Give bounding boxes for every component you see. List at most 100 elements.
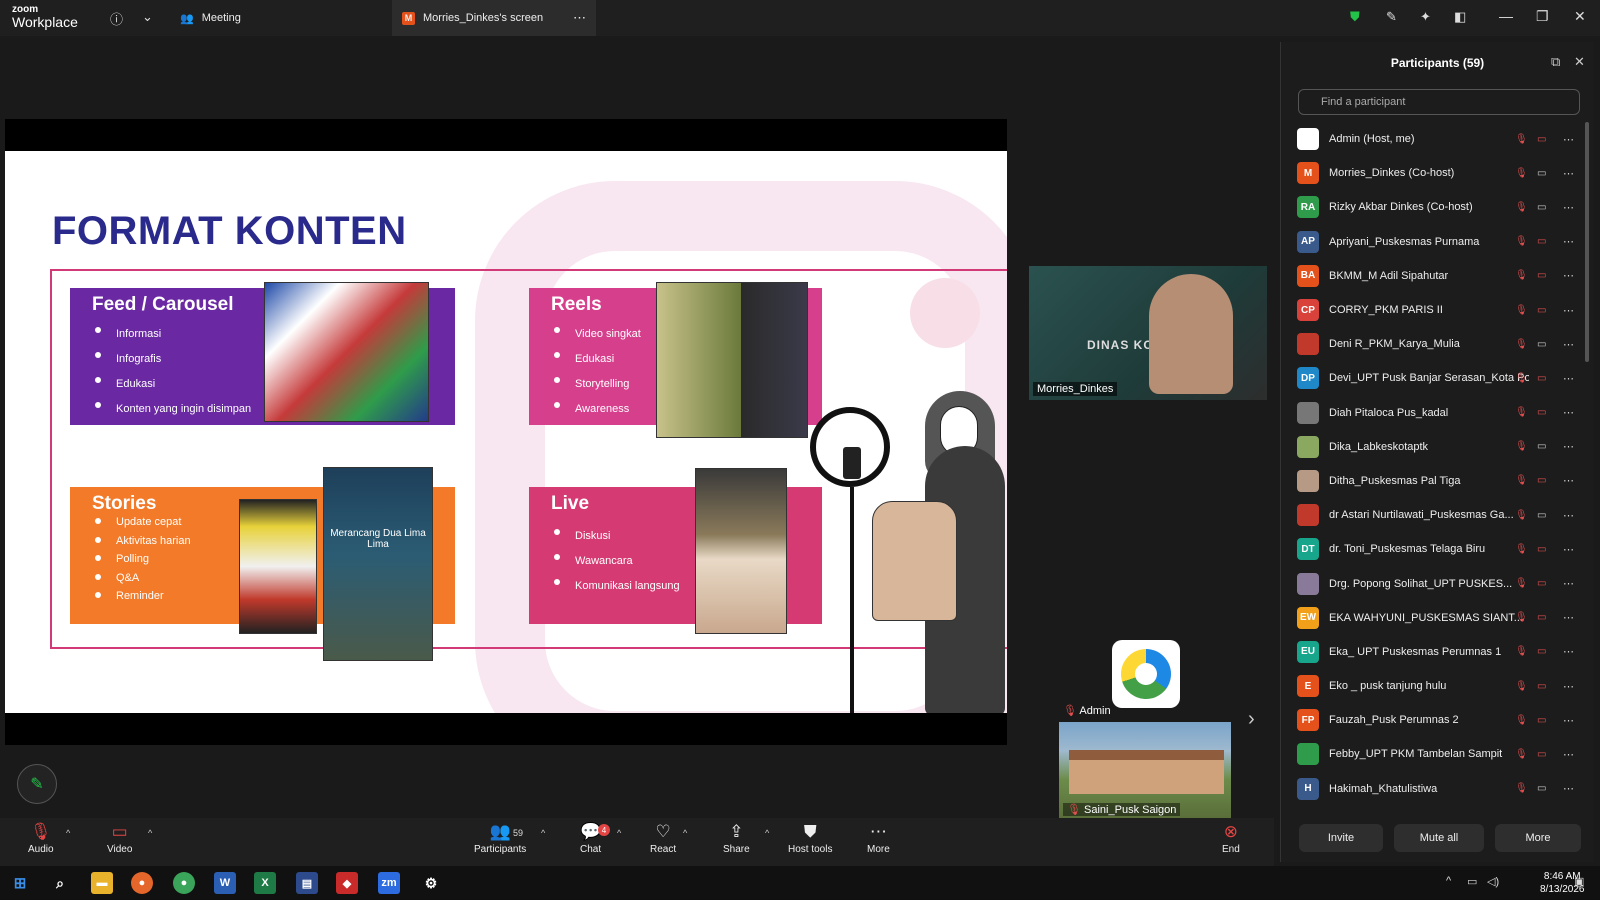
participant-row[interactable]: Dika_Labkeskotaptk 🎙 ▭ ⋯: [1281, 430, 1581, 464]
mic-muted-icon[interactable]: 🎙: [1515, 510, 1528, 521]
video-off-icon[interactable]: ▭: [1537, 749, 1546, 760]
participant-more-icon[interactable]: ⋯: [1563, 167, 1574, 180]
participant-more-icon[interactable]: ⋯: [1563, 509, 1574, 522]
host-tools-button[interactable]: ⛊ Host tools: [788, 822, 832, 855]
participant-more-icon[interactable]: ⋯: [1563, 543, 1574, 556]
word-icon[interactable]: W: [214, 872, 236, 894]
scrollbar[interactable]: [1585, 122, 1589, 362]
participant-row[interactable]: AP Apriyani_Puskesmas Purnama 🎙 ▭ ⋯: [1281, 225, 1581, 259]
chevron-down-icon[interactable]: ⌄: [142, 9, 153, 25]
video-off-icon[interactable]: ▭: [1537, 578, 1546, 589]
mic-muted-icon[interactable]: 🎙: [1515, 407, 1528, 418]
mic-muted-icon[interactable]: 🎙: [1515, 783, 1528, 794]
tab-meeting[interactable]: 👥 Meeting: [180, 0, 241, 36]
mic-muted-icon[interactable]: 🎙: [1515, 544, 1528, 555]
participants-button[interactable]: 👥 Participants: [474, 822, 526, 855]
video-off-icon[interactable]: ▭: [1537, 270, 1546, 281]
mic-muted-icon[interactable]: 🎙: [1515, 749, 1528, 760]
participant-row[interactable]: BA BKMM_M Adil Sipahutar 🎙 ▭ ⋯: [1281, 259, 1581, 293]
participant-more-icon[interactable]: ⋯: [1563, 304, 1574, 317]
network-icon[interactable]: ▭: [1467, 875, 1477, 888]
close-panel-icon[interactable]: ✕: [1574, 54, 1585, 70]
mic-muted-icon[interactable]: 🎙: [1515, 441, 1528, 452]
mic-muted-icon[interactable]: 🎙: [1515, 646, 1528, 657]
shield-icon[interactable]: ⛊: [1350, 9, 1360, 25]
video-options-caret-icon[interactable]: ^: [148, 828, 152, 838]
pop-out-icon[interactable]: ⧉: [1551, 54, 1560, 70]
participant-row[interactable]: Deni R_PKM_Karya_Mulia 🎙 ▭ ⋯: [1281, 327, 1581, 361]
react-button[interactable]: ♡ React: [650, 822, 676, 855]
pen-icon[interactable]: ✎: [1386, 9, 1397, 25]
participant-more-icon[interactable]: ⋯: [1563, 782, 1574, 795]
mute-all-button[interactable]: Mute all: [1394, 824, 1484, 852]
mic-muted-icon[interactable]: 🎙: [1515, 681, 1528, 692]
speaker-video-tile[interactable]: DINAS KO Morries_Dinkes: [1029, 266, 1267, 400]
layout-icon[interactable]: ◧: [1454, 9, 1466, 25]
mic-muted-icon[interactable]: 🎙: [1515, 339, 1528, 350]
participant-more-icon[interactable]: ⋯: [1563, 680, 1574, 693]
video-icon[interactable]: ▭: [1537, 202, 1546, 213]
participants-options-caret-icon[interactable]: ^: [541, 828, 545, 838]
minimize-icon[interactable]: —: [1499, 8, 1513, 24]
participant-more-icon[interactable]: ⋯: [1563, 714, 1574, 727]
excel-icon[interactable]: X: [254, 872, 276, 894]
app-icon[interactable]: ▤: [296, 872, 318, 894]
admin-avatar[interactable]: [1112, 640, 1180, 708]
participant-row[interactable]: EU Eka_ UPT Puskesmas Perumnas 1 🎙 ▭ ⋯: [1281, 635, 1581, 669]
participant-row[interactable]: DP Devi_UPT Pusk Banjar Serasan_Kota Pon.…: [1281, 361, 1581, 395]
participant-more-icon[interactable]: ⋯: [1563, 269, 1574, 282]
video-off-icon[interactable]: ▭: [1537, 646, 1546, 657]
video-off-icon[interactable]: ▭: [1537, 134, 1546, 145]
sparkle-icon[interactable]: ✦: [1420, 9, 1431, 25]
chrome-icon[interactable]: ●: [173, 872, 195, 894]
video-off-icon[interactable]: ▭: [1537, 475, 1546, 486]
video-off-icon[interactable]: ▭: [1537, 236, 1546, 247]
more-button[interactable]: More: [1495, 824, 1581, 852]
video-icon[interactable]: ▭: [1537, 441, 1546, 452]
participant-more-icon[interactable]: ⋯: [1563, 133, 1574, 146]
participant-row[interactable]: RA Rizky Akbar Dinkes (Co-host) 🎙 ▭ ⋯: [1281, 190, 1581, 224]
participant-row[interactable]: DT dr. Toni_Puskesmas Telaga Biru 🎙 ▭ ⋯: [1281, 532, 1581, 566]
participant-row[interactable]: Diah Pitaloca Pus_kadal 🎙 ▭ ⋯: [1281, 396, 1581, 430]
audio-button[interactable]: 🎙 Audio: [28, 822, 54, 855]
mic-muted-icon[interactable]: 🎙: [1515, 236, 1528, 247]
participant-row[interactable]: Ditha_Puskesmas Pal Tiga 🎙 ▭ ⋯: [1281, 464, 1581, 498]
mic-muted-icon[interactable]: 🎙: [1515, 578, 1528, 589]
participant-more-icon[interactable]: ⋯: [1563, 406, 1574, 419]
video-off-icon[interactable]: ▭: [1537, 373, 1546, 384]
participant-more-icon[interactable]: ⋯: [1563, 372, 1574, 385]
invite-button[interactable]: Invite: [1299, 824, 1383, 852]
mic-muted-icon[interactable]: 🎙: [1515, 134, 1528, 145]
video-off-icon[interactable]: ▭: [1537, 407, 1546, 418]
share-button[interactable]: ⇪ Share: [723, 822, 750, 855]
participant-more-icon[interactable]: ⋯: [1563, 235, 1574, 248]
participant-row[interactable]: Admin (Host, me) 🎙 ▭ ⋯: [1281, 122, 1581, 156]
more-options-icon[interactable]: ⋯: [573, 10, 586, 26]
chat-options-caret-icon[interactable]: ^: [617, 828, 621, 838]
settings-gear-icon[interactable]: ⚙: [420, 872, 442, 894]
participant-more-icon[interactable]: ⋯: [1563, 748, 1574, 761]
mic-muted-icon[interactable]: 🎙: [1515, 612, 1528, 623]
video-icon[interactable]: ▭: [1537, 783, 1546, 794]
mic-muted-icon[interactable]: 🎙: [1515, 305, 1528, 316]
participant-row[interactable]: Febby_UPT PKM Tambelan Sampit 🎙 ▭ ⋯: [1281, 737, 1581, 771]
participant-more-icon[interactable]: ⋯: [1563, 338, 1574, 351]
search-taskbar-icon[interactable]: ⌕: [49, 872, 71, 894]
audio-options-caret-icon[interactable]: ^: [66, 828, 70, 838]
participant-row[interactable]: M Morries_Dinkes (Co-host) 🎙 ▭ ⋯: [1281, 156, 1581, 190]
next-page-icon[interactable]: ›: [1248, 708, 1255, 731]
video-icon[interactable]: ▭: [1537, 168, 1546, 179]
mic-muted-icon[interactable]: 🎙: [1515, 202, 1528, 213]
participant-row[interactable]: FP Fauzah_Pusk Perumnas 2 🎙 ▭ ⋯: [1281, 703, 1581, 737]
tray-chevron-icon[interactable]: ^: [1446, 875, 1451, 887]
video-off-icon[interactable]: ▭: [1537, 715, 1546, 726]
search-input[interactable]: Find a participant: [1298, 89, 1580, 115]
annotate-pen-icon[interactable]: ✎: [17, 764, 57, 804]
participant-row[interactable]: E Eko _ pusk tanjung hulu 🎙 ▭ ⋯: [1281, 669, 1581, 703]
participant-row[interactable]: EW EKA WAHYUNI_PUSKESMAS SIANT... 🎙 ▭ ⋯: [1281, 601, 1581, 635]
participant-row[interactable]: dr Astari Nurtilawati_Puskesmas Ga... 🎙 ▭ ⋯: [1281, 498, 1581, 532]
pdf-icon[interactable]: ◆: [336, 872, 358, 894]
video-off-icon[interactable]: ▭: [1537, 544, 1546, 555]
tab-shared-screen[interactable]: M Morries_Dinkes's screen ⋯: [392, 0, 596, 36]
more-toolbar-button[interactable]: ⋯ More: [867, 822, 890, 855]
